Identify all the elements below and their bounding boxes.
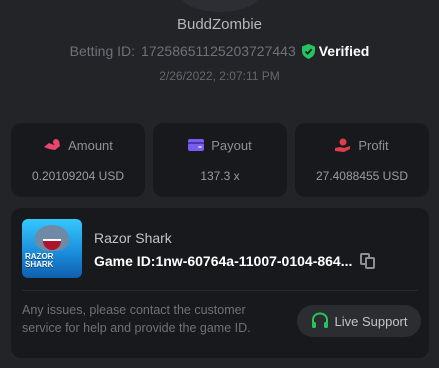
game-card: RAZOR SHARK Razor Shark Game ID:1nw-6076… xyxy=(11,208,429,358)
username: BuddZombie xyxy=(176,16,263,33)
support-help-text: Any issues, please contact the customer … xyxy=(22,303,251,335)
betting-id-value: 17258651125203727443 xyxy=(141,43,296,59)
stat-value: 137.3 x xyxy=(200,168,240,183)
shield-check-icon xyxy=(301,43,315,59)
live-support-button[interactable]: Live Support xyxy=(297,305,421,337)
stat-card-payout: Payout 137.3 x xyxy=(153,123,287,197)
betting-id-label: Betting ID: xyxy=(69,43,136,59)
game-id-row: Game ID:1nw-60764a-11007-0104-864... xyxy=(94,253,376,269)
verified-label: Verified xyxy=(318,43,370,59)
game-id: Game ID:1nw-60764a-11007-0104-864... xyxy=(94,253,353,269)
verified-badge: Verified xyxy=(301,43,370,59)
copy-icon[interactable] xyxy=(360,253,376,269)
wallet-icon xyxy=(188,139,205,151)
stat-card-amount: Amount 0.20109204 USD xyxy=(11,123,145,197)
stat-value: 0.20109204 USD xyxy=(31,168,125,183)
stat-label: Payout xyxy=(211,137,252,153)
coins-icon xyxy=(44,139,61,150)
stats-row: Amount 0.20109204 USD Payout 137.3 x Pro… xyxy=(11,123,429,197)
avatar xyxy=(180,0,260,12)
live-support-label: Live Support xyxy=(334,313,408,329)
divider xyxy=(22,290,418,291)
stat-label: Profit xyxy=(358,137,389,153)
game-thumbnail-logo: RAZOR SHARK xyxy=(25,252,54,269)
game-thumbnail[interactable]: RAZOR SHARK xyxy=(22,219,82,278)
stat-value: 27.4088455 USD xyxy=(315,168,409,183)
stat-label: Amount xyxy=(68,137,113,153)
betting-id-row: Betting ID: 17258651125203727443 Verifie… xyxy=(0,43,439,59)
timestamp: 2/26/2022, 2:07:11 PM xyxy=(159,69,280,83)
hand-coin-icon xyxy=(335,138,351,152)
stat-card-profit: Profit 27.4088455 USD xyxy=(295,123,429,197)
game-name: Razor Shark xyxy=(94,230,172,246)
headset-icon xyxy=(311,312,328,328)
